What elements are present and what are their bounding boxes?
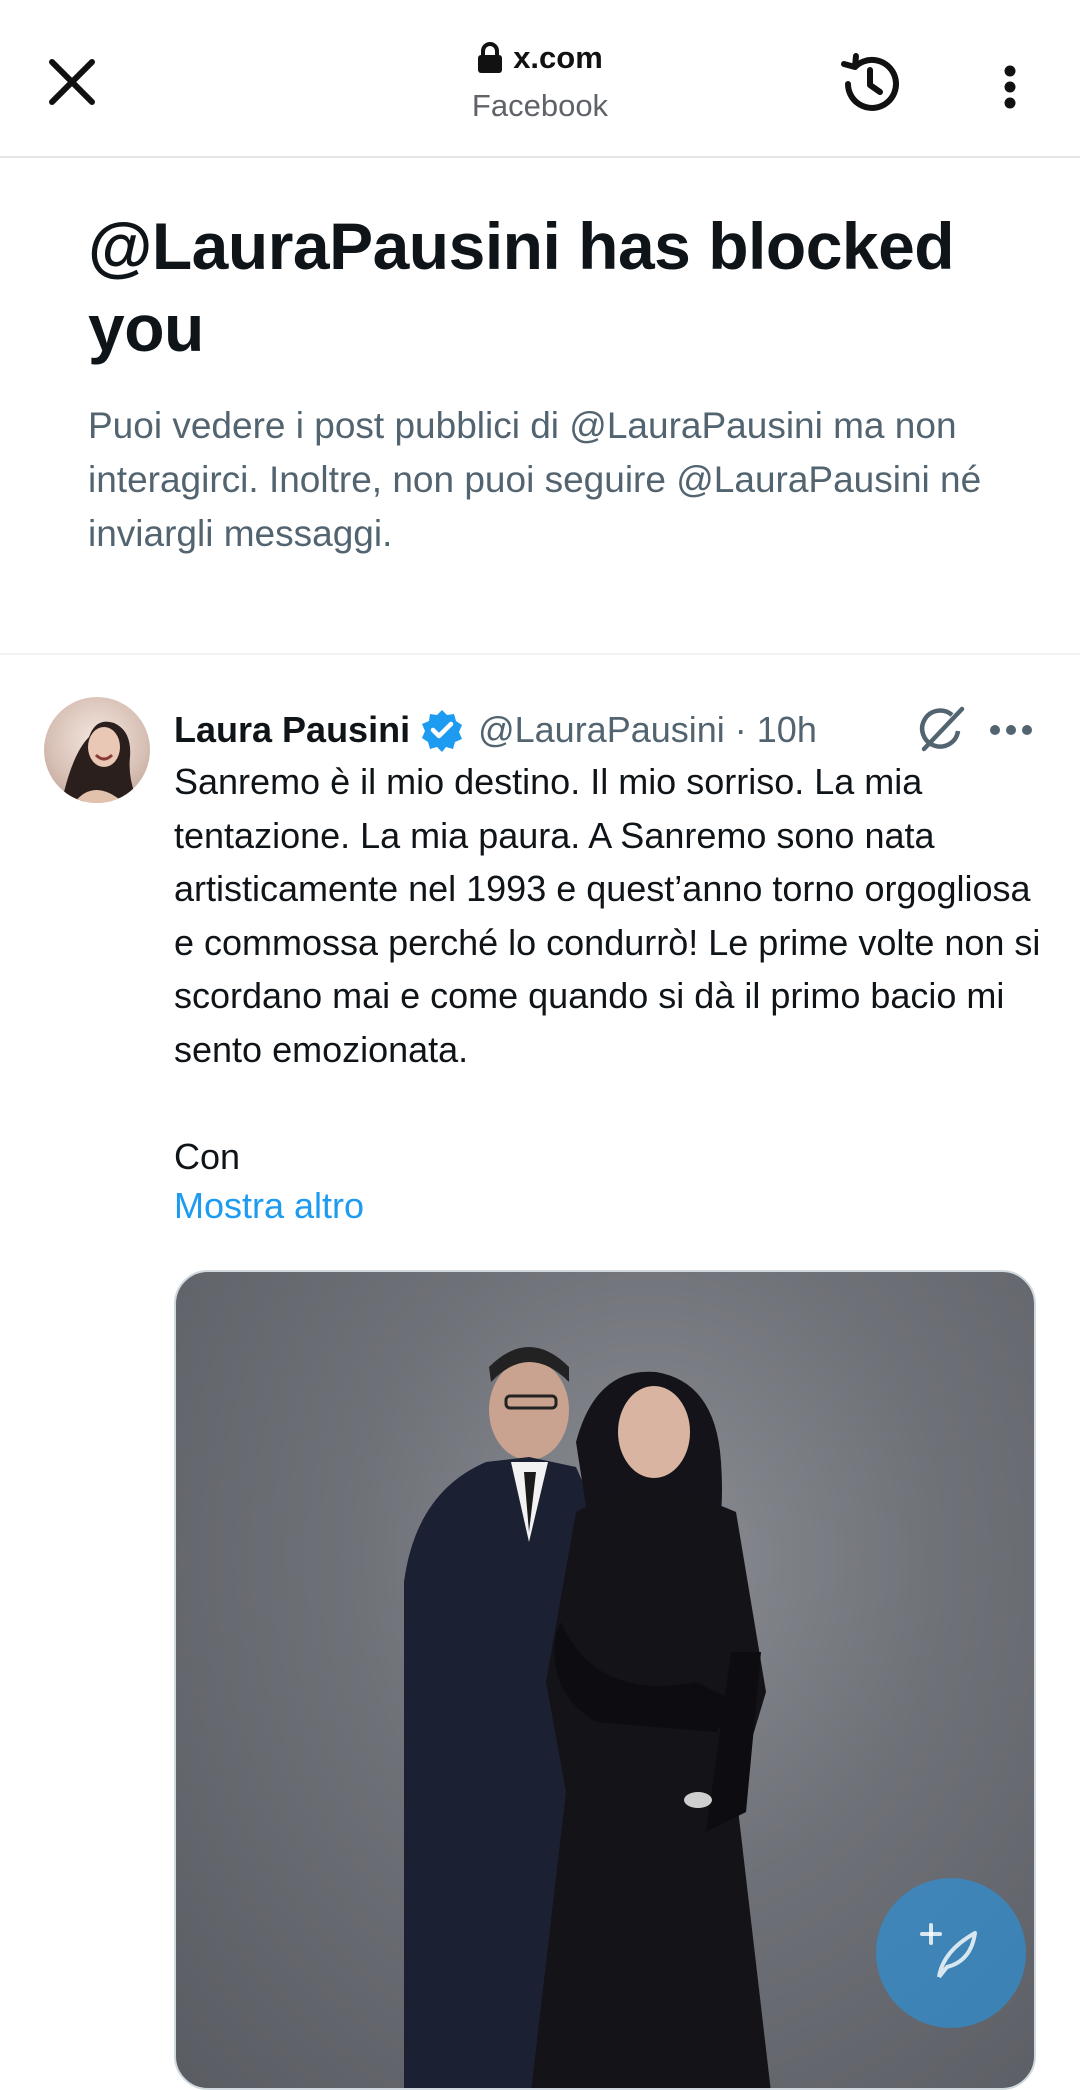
- blocked-notice: @LauraPausini has blocked you Puoi veder…: [88, 205, 1008, 561]
- compose-post-button[interactable]: [876, 1878, 1026, 2028]
- blocked-description: Puoi vedere i post pubblici di @LauraPau…: [88, 405, 982, 554]
- grok-icon: [919, 706, 965, 752]
- grok-button[interactable]: [914, 703, 968, 757]
- tweet[interactable]: Laura Pausini @LauraPausini · 10h Sanrem…: [0, 655, 1080, 2090]
- compose-post-icon: [920, 1923, 977, 1979]
- close-button[interactable]: [40, 50, 104, 114]
- browser-menu-button[interactable]: [990, 55, 1030, 119]
- site-name: Facebook: [471, 88, 609, 123]
- url-text: x.com: [513, 40, 603, 75]
- tweet-time[interactable]: 10h: [757, 709, 817, 751]
- close-icon: [49, 59, 95, 105]
- verified-badge-icon: [422, 710, 463, 752]
- more-horizontal-icon: [990, 725, 1032, 735]
- lock-icon: [478, 42, 503, 73]
- tweet-more-button[interactable]: [986, 705, 1036, 755]
- history-button[interactable]: [834, 48, 906, 120]
- author-name[interactable]: Laura Pausini: [174, 709, 410, 751]
- url-area[interactable]: x.com Facebook: [340, 40, 740, 124]
- history-icon: [841, 53, 899, 111]
- separator-dot: ·: [734, 709, 747, 750]
- browser-toolbar: x.com Facebook: [0, 0, 1080, 158]
- blocked-title: @LauraPausini has blocked you: [88, 209, 955, 365]
- avatar[interactable]: [44, 697, 150, 803]
- show-more-link[interactable]: Mostra altro: [174, 1185, 364, 1227]
- more-vertical-icon: [1004, 65, 1016, 109]
- author-handle[interactable]: @LauraPausini: [478, 709, 725, 751]
- tweet-text: Sanremo è il mio destino. Il mio sorriso…: [174, 761, 1041, 1177]
